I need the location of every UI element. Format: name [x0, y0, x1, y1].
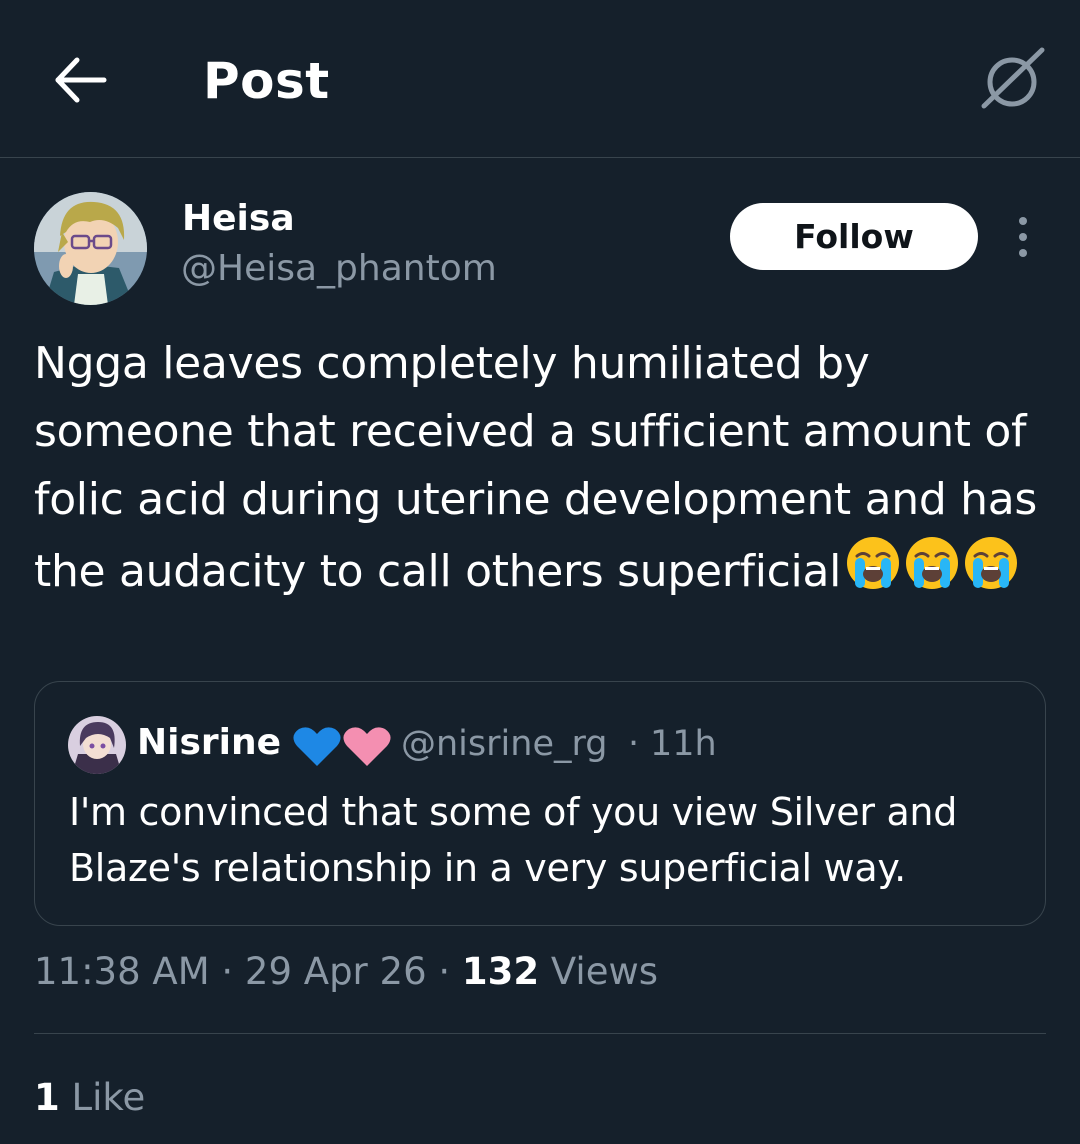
profile-emoji-badges: [293, 727, 391, 766]
author-handle[interactable]: @Heisa_phantom: [181, 248, 497, 289]
emoji-group: [844, 534, 1021, 592]
author-avatar[interactable]: [34, 192, 147, 305]
meta-separator: ·: [438, 950, 451, 993]
quoted-post-card[interactable]: Nisrine @nisrine_rg · 11h I'm convinced …: [34, 681, 1046, 926]
page-title: Post: [203, 52, 330, 110]
author-display-name[interactable]: Heisa: [182, 198, 295, 239]
likes-label: Like: [71, 1076, 146, 1119]
pink-heart-icon: [343, 727, 391, 766]
loudly-crying-face-icon: [906, 537, 959, 589]
meta-separator: ·: [221, 950, 234, 993]
grok-button[interactable]: [976, 44, 1048, 116]
post-text: Ngga leaves completely humiliated by som…: [34, 330, 1054, 606]
quoted-separator: ·: [628, 724, 640, 764]
likes-count: 1: [34, 1076, 60, 1119]
post-detail-screen: Post Heisa @Heisa_phantom Follow Ngga le…: [0, 0, 1080, 1144]
quoted-timestamp: 11h: [650, 724, 717, 764]
more-options-button[interactable]: [1008, 212, 1038, 262]
loudly-crying-face-icon: [847, 537, 900, 589]
quoted-author-handle[interactable]: @nisrine_rg: [401, 724, 607, 764]
post-meta: 11:38 AM · 29 Apr 26 · 132 Views: [34, 950, 658, 993]
follow-button[interactable]: Follow: [730, 203, 978, 270]
blue-heart-icon: [293, 727, 341, 766]
quoted-author-display-name[interactable]: Nisrine: [137, 722, 281, 763]
post-date[interactable]: 29 Apr 26: [245, 950, 427, 993]
arrow-left-icon: [55, 57, 107, 103]
divider: [34, 1033, 1046, 1034]
likes-summary[interactable]: 1 Like: [34, 1076, 145, 1119]
views-count: 132: [461, 950, 540, 993]
top-app-bar: Post: [0, 0, 1080, 158]
quoted-post-text: I'm convinced that some of you view Silv…: [69, 790, 958, 890]
grok-icon: [981, 47, 1045, 109]
quoted-author-avatar[interactable]: [68, 716, 126, 774]
views-label: Views: [550, 950, 659, 993]
loudly-crying-face-icon: [965, 537, 1018, 589]
more-vertical-icon: [1019, 217, 1027, 257]
post-time[interactable]: 11:38 AM: [34, 950, 210, 993]
back-button[interactable]: [50, 52, 110, 108]
